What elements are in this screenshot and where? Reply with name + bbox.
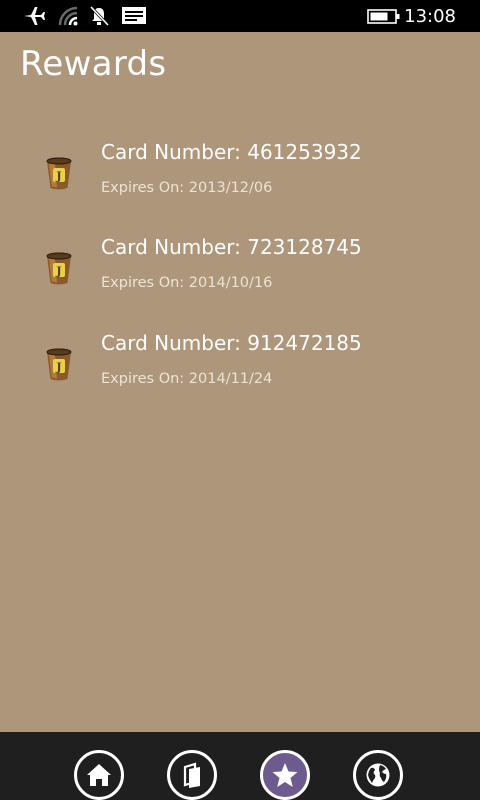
coffee-cup-icon: J	[46, 252, 72, 285]
card-number: Card Number: 723128745	[101, 235, 362, 259]
card-item[interactable]: J Card Number: 461253932 Expires On: 201…	[0, 136, 480, 220]
card-expiry-date: Expires On: 2013/12/06	[101, 180, 273, 196]
status-bar: 13:08	[0, 0, 480, 32]
svg-text:J: J	[55, 361, 61, 374]
card-number: Card Number: 912472185	[101, 331, 362, 355]
locations-button[interactable]	[353, 750, 403, 800]
svg-text:J: J	[55, 170, 61, 183]
wifi-icon	[58, 6, 78, 26]
star-icon	[272, 763, 298, 787]
page-title: Rewards	[20, 44, 167, 84]
message-icon	[122, 7, 146, 24]
menu-button[interactable]	[167, 750, 217, 800]
quiet-hours-icon	[89, 5, 110, 27]
coffee-cup-icon: J	[46, 348, 72, 381]
rewards-button[interactable]	[260, 750, 310, 800]
card-item[interactable]: J Card Number: 723128745 Expires On: 201…	[0, 231, 480, 315]
card-expiry-date: Expires On: 2014/11/24	[101, 371, 273, 387]
card-expiry-date: Expires On: 2014/10/16	[101, 275, 273, 291]
coffee-cup-icon: J	[46, 157, 72, 190]
menu-cards-icon	[183, 762, 200, 788]
globe-icon	[366, 763, 390, 787]
home-button[interactable]	[74, 750, 124, 800]
battery-icon	[367, 9, 400, 24]
airplane-mode-icon	[24, 7, 45, 25]
card-number: Card Number: 461253932	[101, 140, 362, 164]
card-item[interactable]: J Card Number: 912472185 Expires On: 201…	[0, 327, 480, 411]
home-icon	[87, 764, 111, 786]
svg-text:J: J	[55, 265, 61, 278]
app-bar	[0, 732, 480, 800]
status-time: 13:08	[404, 6, 456, 27]
